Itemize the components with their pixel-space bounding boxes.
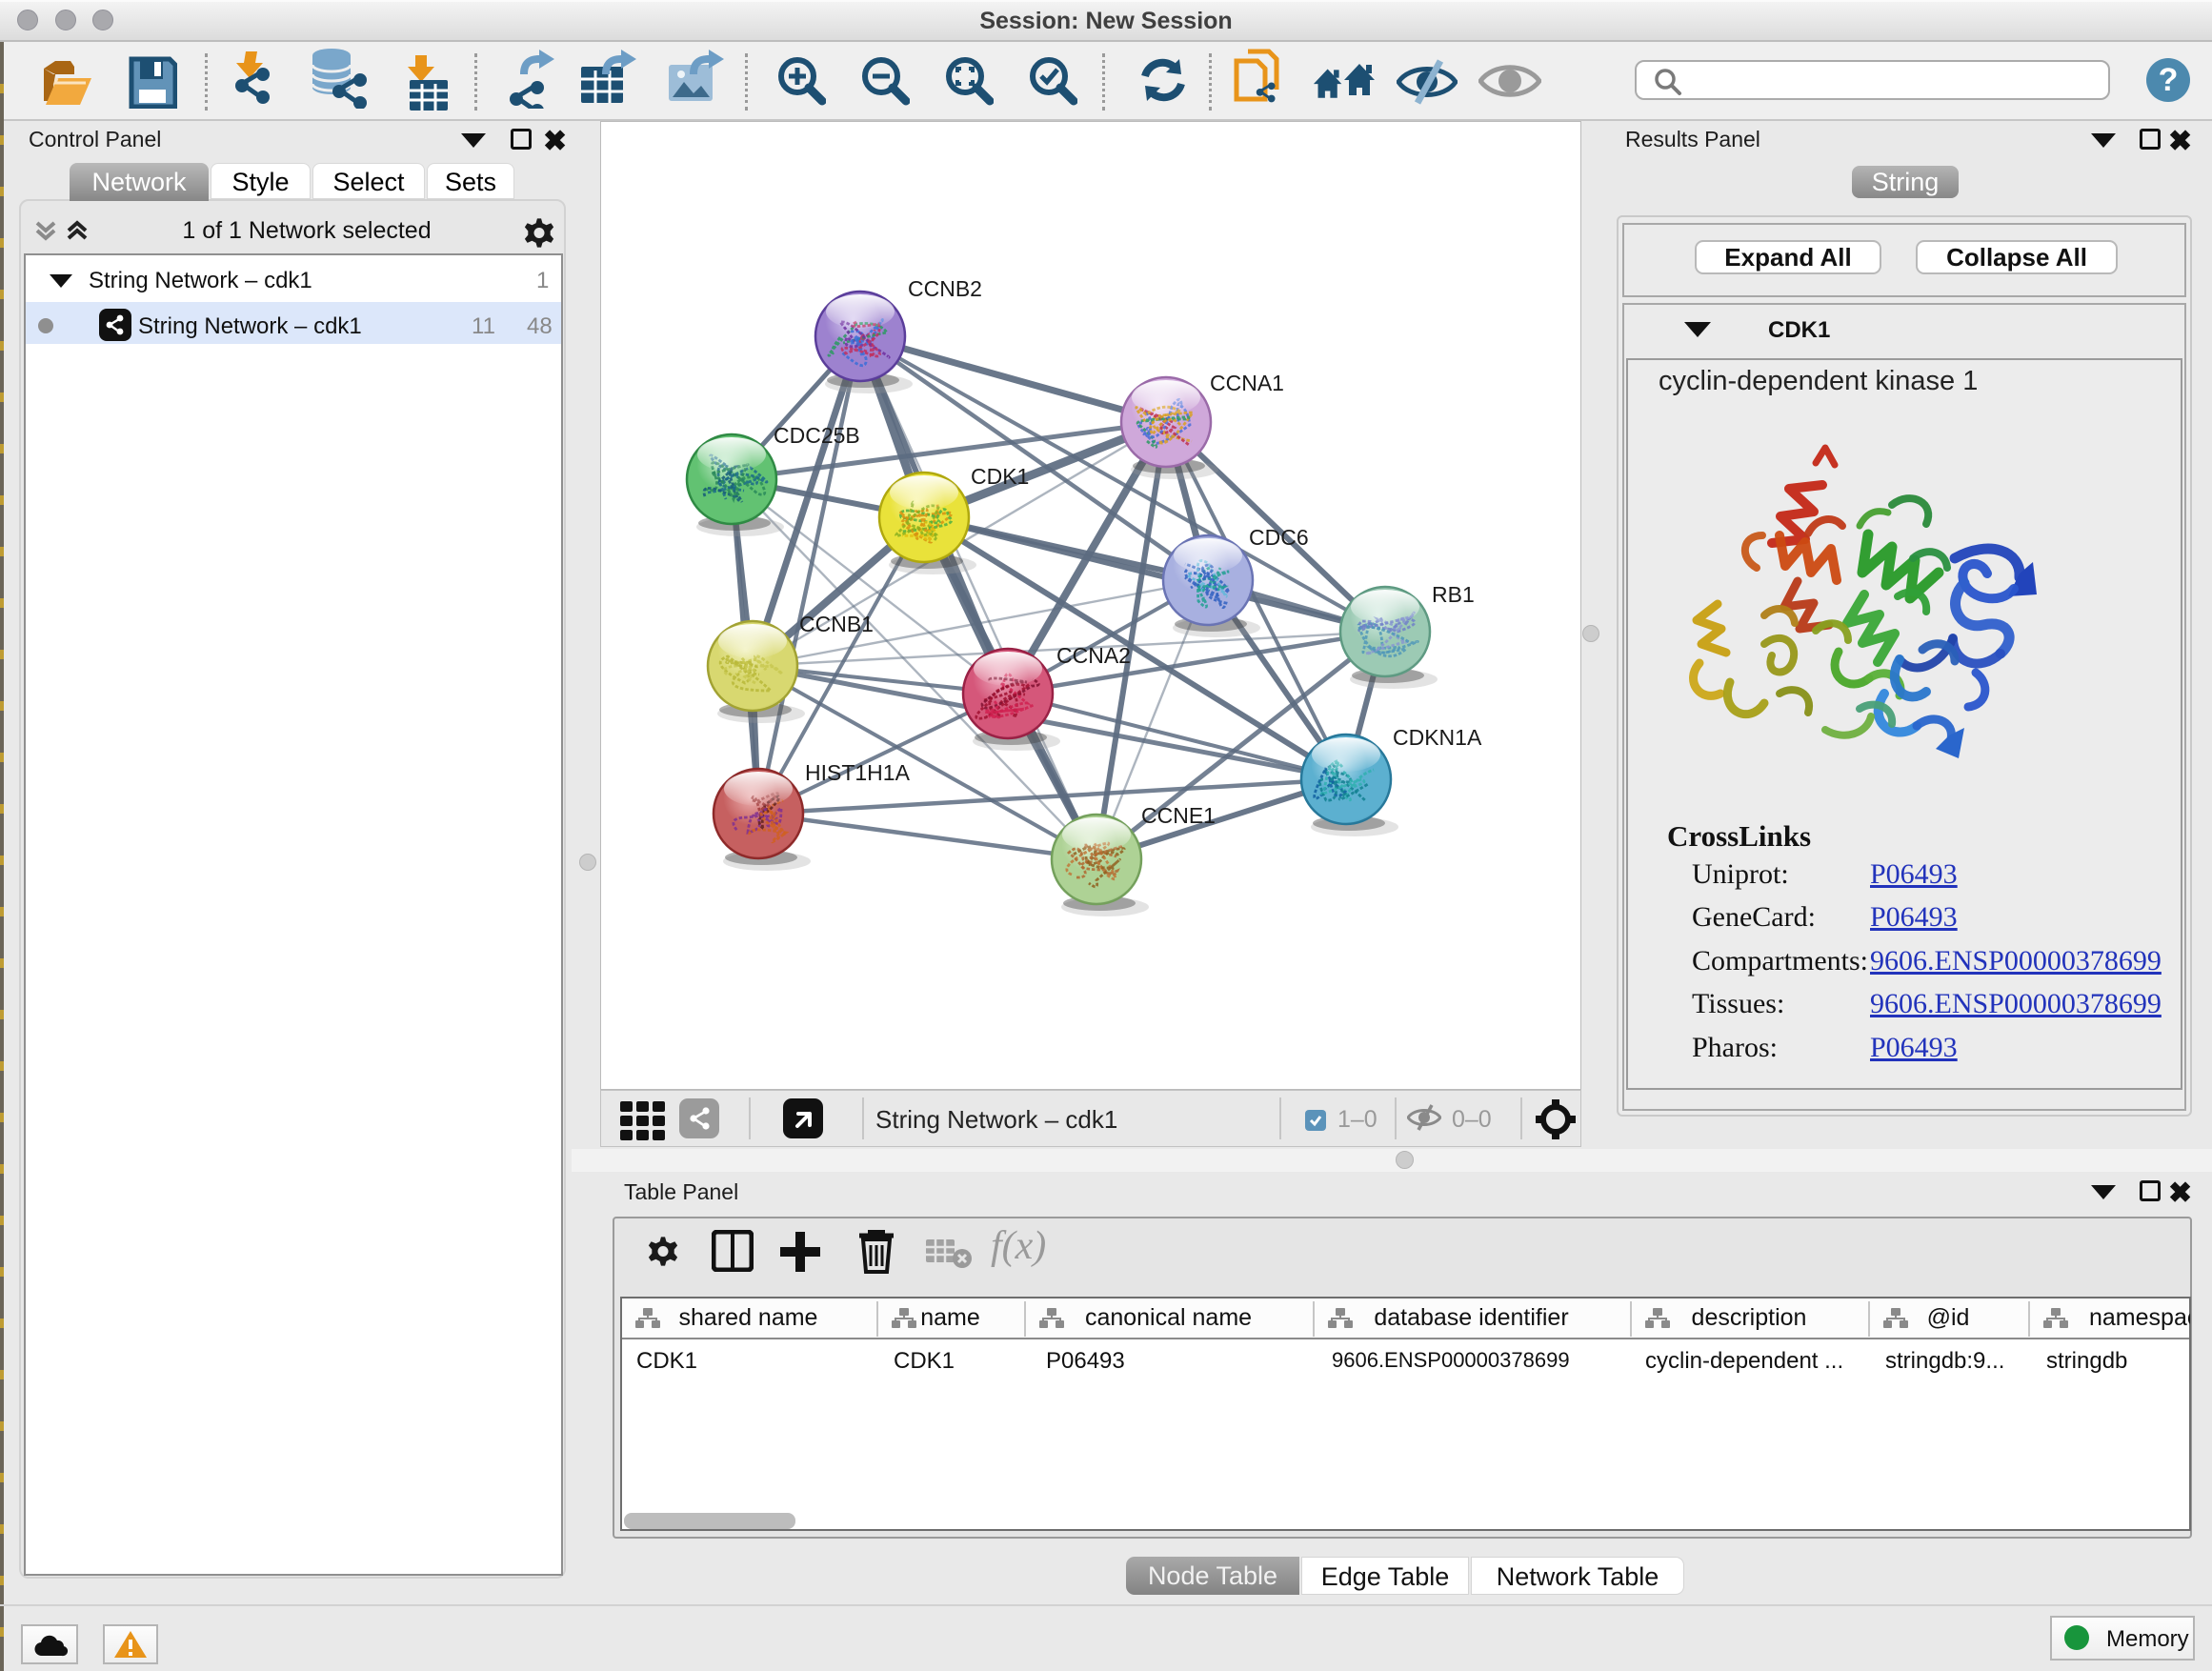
svg-text:CCNE1: CCNE1 (1141, 803, 1216, 828)
svg-text:CCNB1: CCNB1 (799, 612, 874, 636)
svg-text:CCNB2: CCNB2 (908, 276, 982, 301)
svg-text:CDC25B: CDC25B (774, 423, 860, 448)
svg-text:CCNA2: CCNA2 (1056, 643, 1131, 668)
svg-text:HIST1H1A: HIST1H1A (805, 760, 911, 785)
svg-text:RB1: RB1 (1432, 582, 1475, 607)
svg-text:CDK1: CDK1 (971, 464, 1029, 489)
svg-text:CCNA1: CCNA1 (1210, 371, 1284, 395)
svg-text:CDC6: CDC6 (1249, 525, 1309, 550)
svg-text:CDKN1A: CDKN1A (1393, 725, 1482, 750)
